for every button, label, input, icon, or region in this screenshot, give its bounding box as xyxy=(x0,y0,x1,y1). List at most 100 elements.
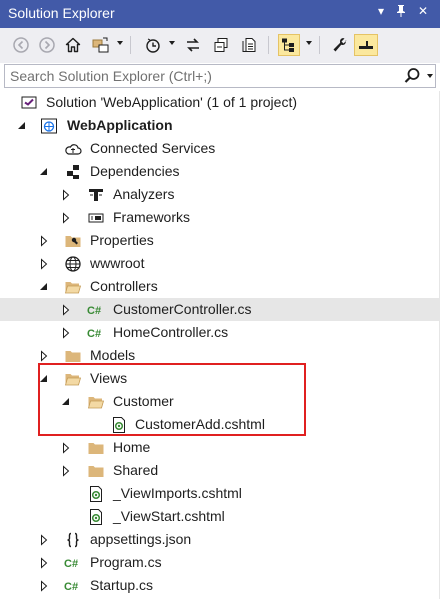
wrench-icon xyxy=(333,38,347,52)
tree-item-controllers[interactable]: Controllers xyxy=(0,275,440,298)
home-button[interactable] xyxy=(62,34,84,56)
tree-item-label: WebApplication xyxy=(67,117,173,133)
tree-item-customer-folder[interactable]: Customer xyxy=(0,390,440,413)
pin-icon xyxy=(397,5,405,17)
tree-item-home-controller[interactable]: C# HomeController.cs xyxy=(0,321,440,344)
open-folder-icon xyxy=(87,397,105,409)
open-folder-icon xyxy=(64,374,82,386)
switch-views-button[interactable] xyxy=(90,34,112,56)
collapse-all-button[interactable] xyxy=(210,34,232,56)
collapsed-arrow-icon[interactable] xyxy=(60,327,72,339)
tree-item-wwwroot[interactable]: wwwroot xyxy=(0,252,440,275)
tree-item-dependencies[interactable]: Dependencies xyxy=(0,160,440,183)
collapsed-arrow-icon[interactable] xyxy=(60,465,72,477)
properties-button[interactable] xyxy=(329,34,351,56)
collapse-all-icon xyxy=(214,38,228,52)
preview-dropdown[interactable] xyxy=(306,41,312,45)
svg-text:C#: C# xyxy=(87,328,101,340)
tree-item-label: Controllers xyxy=(90,278,158,294)
collapsed-arrow-icon[interactable] xyxy=(38,350,50,362)
web-project-icon xyxy=(41,118,57,134)
solution-tree: Solution 'WebApplication' (1 of 1 projec… xyxy=(0,91,440,597)
framework-icon xyxy=(88,213,104,223)
collapsed-arrow-icon[interactable] xyxy=(60,189,72,201)
tree-item-label: Properties xyxy=(90,232,154,248)
toolbar-separator xyxy=(319,36,320,54)
sync-icon xyxy=(187,38,199,52)
expanded-arrow-icon[interactable] xyxy=(38,281,50,293)
toolbar-separator xyxy=(268,36,269,54)
tree-item-label: Frameworks xyxy=(113,209,191,225)
collapsed-arrow-icon[interactable] xyxy=(38,534,50,546)
tree-item-label: Solution 'WebApplication' (1 of 1 projec… xyxy=(46,94,298,110)
tree-item-project[interactable]: WebApplication xyxy=(0,114,440,137)
tree-item-label: CustomerAdd.cshtml xyxy=(135,416,265,432)
expanded-arrow-icon[interactable] xyxy=(16,120,28,132)
pending-changes-filter-button[interactable] xyxy=(142,34,164,56)
tree-item-connected-services[interactable]: Connected Services xyxy=(0,137,440,160)
open-folder-icon xyxy=(64,282,82,294)
pending-changes-dropdown[interactable] xyxy=(169,41,175,45)
search-input[interactable] xyxy=(5,65,390,87)
cloud-icon xyxy=(65,144,82,155)
tree-item-properties[interactable]: Properties xyxy=(0,229,440,252)
forward-icon xyxy=(39,37,55,53)
tree-item-startup[interactable]: C# Startup.cs xyxy=(0,574,440,597)
tree-item-label: _ViewStart.cshtml xyxy=(113,508,225,524)
folder-icon xyxy=(88,443,104,454)
collapsed-arrow-icon[interactable] xyxy=(38,580,50,592)
search-button[interactable] xyxy=(402,66,424,86)
preview-pane-icon xyxy=(359,41,373,49)
tree-item-models[interactable]: Models xyxy=(0,344,440,367)
tree-item-label: Shared xyxy=(113,462,159,478)
expanded-arrow-icon[interactable] xyxy=(38,166,50,178)
tree-item-label: wwwroot xyxy=(90,255,145,271)
close-button[interactable]: ✕ xyxy=(414,4,432,18)
tree-item-label: Analyzers xyxy=(113,186,175,202)
tree-item-shared-folder[interactable]: Shared xyxy=(0,459,440,482)
preview-pane-button[interactable] xyxy=(354,34,378,56)
search-options-dropdown[interactable] xyxy=(427,74,433,78)
title-bar: Solution Explorer ▾ ✕ xyxy=(0,0,440,28)
tree-item-label: _ViewImports.cshtml xyxy=(113,485,242,501)
back-button[interactable] xyxy=(10,34,32,56)
tree-item-label: Dependencies xyxy=(90,163,180,179)
tree-item-label: Connected Services xyxy=(90,140,216,156)
window-menu-button[interactable]: ▾ xyxy=(372,4,390,18)
svg-text:C#: C# xyxy=(87,305,101,317)
tree-item-label: Program.cs xyxy=(90,554,162,570)
pin-button[interactable] xyxy=(392,4,410,20)
tree-item-customer-add[interactable]: CustomerAdd.cshtml xyxy=(0,413,440,436)
collapsed-arrow-icon[interactable] xyxy=(38,258,50,270)
tree-item-label: Startup.cs xyxy=(90,577,154,593)
collapsed-arrow-icon[interactable] xyxy=(60,212,72,224)
razor-file-icon xyxy=(113,417,125,433)
collapsed-arrow-icon[interactable] xyxy=(38,235,50,247)
forward-button[interactable] xyxy=(36,34,58,56)
tree-item-label: HomeController.cs xyxy=(113,324,229,340)
dependencies-icon xyxy=(67,165,79,179)
collapsed-arrow-icon[interactable] xyxy=(60,304,72,316)
collapsed-arrow-icon[interactable] xyxy=(60,442,72,454)
tree-item-analyzers[interactable]: Analyzers xyxy=(0,183,440,206)
tree-item-home-folder[interactable]: Home xyxy=(0,436,440,459)
tree-item-solution[interactable]: Solution 'WebApplication' (1 of 1 projec… xyxy=(0,91,440,114)
tree-item-customer-controller[interactable]: C# CustomerController.cs xyxy=(0,298,440,321)
sync-with-active-document-button[interactable] xyxy=(182,34,204,56)
tree-item-frameworks[interactable]: Frameworks xyxy=(0,206,440,229)
show-all-files-button[interactable] xyxy=(238,34,260,56)
tree-item-program[interactable]: C# Program.cs xyxy=(0,551,440,574)
expanded-arrow-icon[interactable] xyxy=(60,396,72,408)
switch-views-dropdown[interactable] xyxy=(117,41,123,45)
preview-selected-items-button[interactable] xyxy=(278,34,300,56)
tree-item-view-start[interactable]: _ViewStart.cshtml xyxy=(0,505,440,528)
collapsed-arrow-icon[interactable] xyxy=(38,557,50,569)
tree-item-view-imports[interactable]: _ViewImports.cshtml xyxy=(0,482,440,505)
razor-file-icon xyxy=(90,509,102,525)
expanded-arrow-icon[interactable] xyxy=(38,373,50,385)
tree-item-appsettings[interactable]: appsettings.json xyxy=(0,528,440,551)
tree-item-views[interactable]: Views xyxy=(0,367,440,390)
analyzer-icon xyxy=(89,189,103,201)
toolbar xyxy=(0,28,440,63)
svg-text:C#: C# xyxy=(64,581,78,593)
